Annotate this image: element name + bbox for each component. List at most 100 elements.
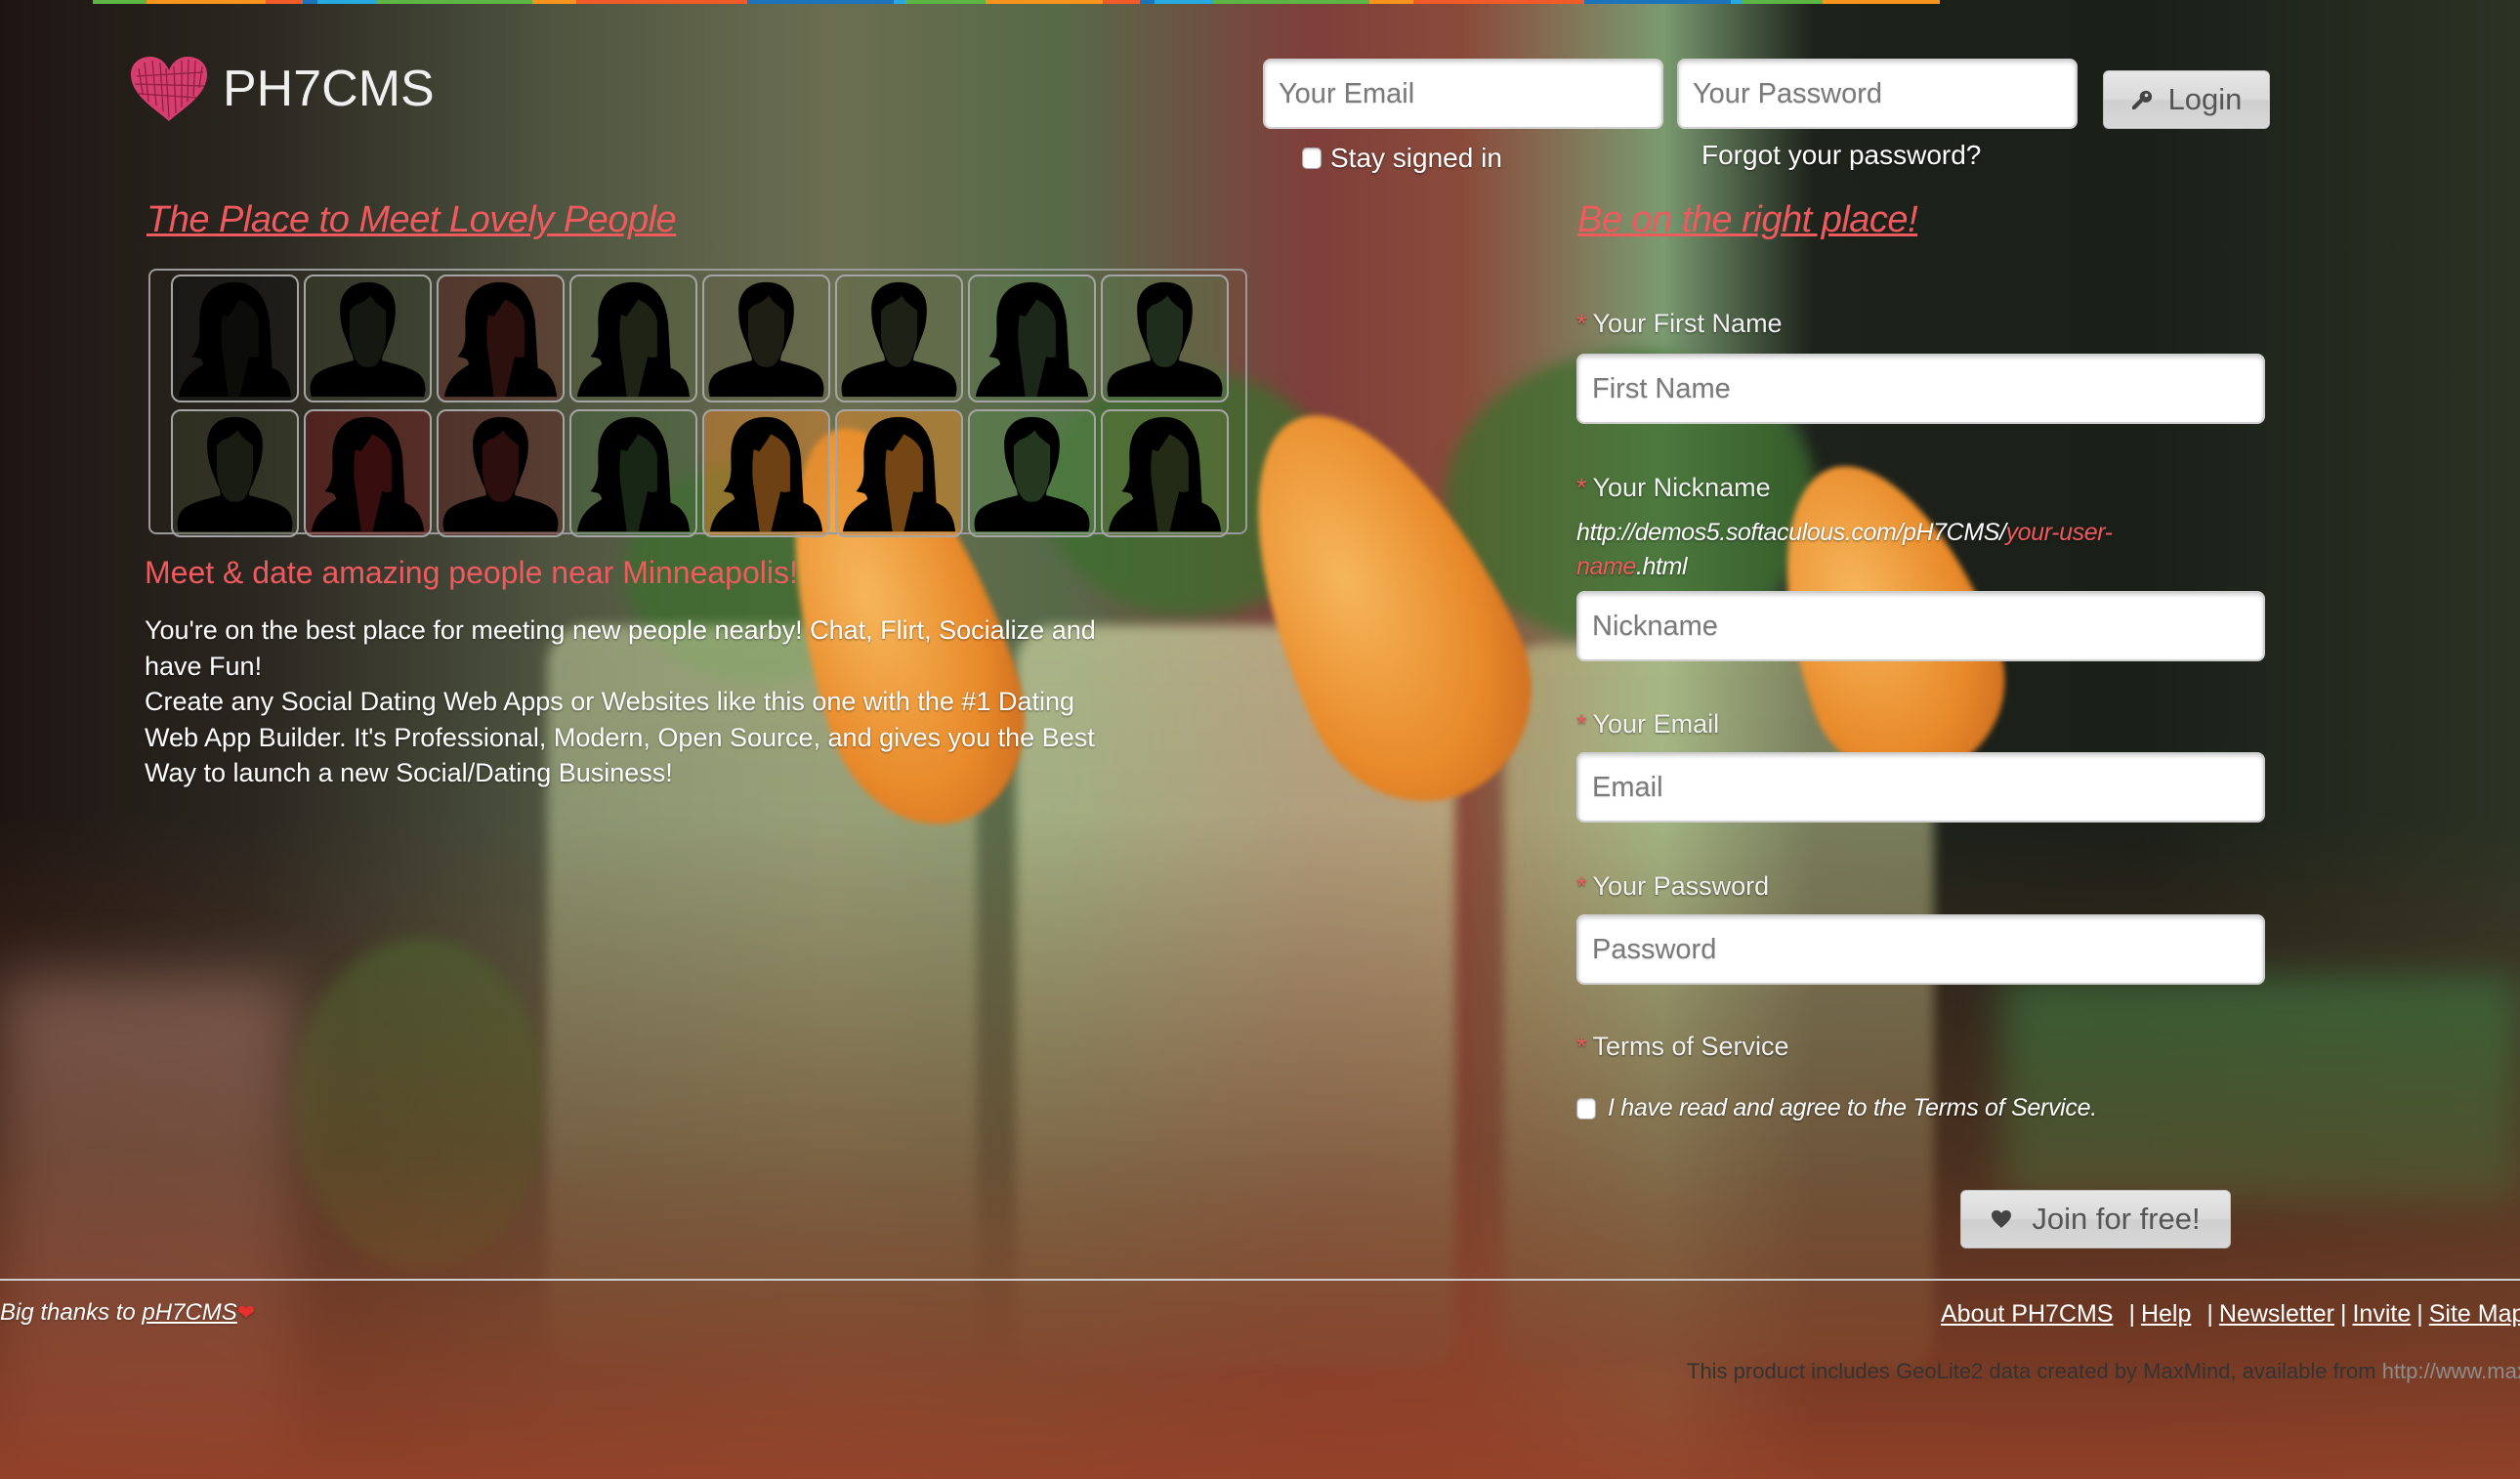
left-heading-link[interactable]: The Place to Meet Lovely People [147,199,677,241]
footer-link-sitemap[interactable]: Site Map [2429,1300,2520,1328]
nickname-label: * Your Nickname [1576,473,1771,502]
login-email-input[interactable] [1263,59,1663,129]
terms-checkbox[interactable] [1576,1097,1596,1120]
signup-heading-link[interactable]: Be on the right place! [1577,199,1918,241]
password-input[interactable] [1576,914,2265,985]
url-suffix: .html [1635,553,1688,580]
person-silhouette-icon [310,281,426,398]
person-silhouette-icon [311,416,425,532]
stripe-segment [266,0,303,4]
profile-avatar-female[interactable] [702,409,830,537]
profile-avatar-male[interactable] [304,275,432,402]
footer-link-about[interactable]: About PH7CMS [1941,1300,2113,1328]
stripe-segment [1584,0,1731,4]
profile-avatar-female[interactable] [304,409,432,537]
profile-avatar-male[interactable] [835,275,963,402]
nickname-url-preview: http://demos5.softaculous.com/pH7CMS/you… [1576,516,2182,584]
join-button-label: Join for free! [2032,1202,2201,1236]
required-marker: * [1576,309,1587,338]
stripe-segment [303,0,317,4]
url-prefix: http://demos5.softaculous.com/pH7CMS/ [1576,519,2006,546]
first-name-input[interactable] [1576,354,2265,424]
stripe-segment [1103,0,1140,4]
profile-avatar-female[interactable] [835,409,963,537]
forgot-password-link[interactable]: Forgot your password? [1701,140,1981,171]
join-for-free-button[interactable]: Join for free! [1960,1190,2231,1248]
password-label: * Your Password [1576,871,1770,901]
profile-avatar-female[interactable] [171,275,299,402]
nickname-input[interactable] [1576,591,2265,661]
profile-avatar-female[interactable] [569,275,697,402]
login-button-label: Login [2167,82,2243,116]
maxmind-link[interactable]: http://www.maxmind.com [2382,1359,2520,1383]
required-marker: * [1576,871,1587,901]
person-silhouette-icon [576,281,691,398]
stripe-segment [1731,0,1743,4]
stripe-segment [1743,0,1823,4]
person-silhouette-icon [975,281,1089,398]
profile-avatar-male[interactable] [171,409,299,537]
logo[interactable]: PH7CMS [127,55,435,123]
brand-name: PH7CMS [223,61,435,117]
stripe-segment [93,0,147,4]
terms-agreement[interactable]: I have read and agree to the Terms of Se… [1576,1094,2097,1122]
terms-agree-text: I have read and agree to the Terms of Se… [1608,1094,2097,1121]
maxmind-attribution: This product includes GeoLite2 data crea… [1687,1359,2520,1384]
person-silhouette-icon [708,281,824,398]
person-silhouette-icon [177,416,293,532]
stripe-segment [986,0,1103,4]
stay-signed-in[interactable]: Stay signed in [1302,143,1502,174]
stripe-segment [532,0,576,4]
person-silhouette-icon [178,281,292,398]
intro-paragraph-1: You're on the best place for meeting new… [145,615,1096,681]
profile-avatar-female[interactable] [968,275,1096,402]
person-silhouette-icon [442,416,559,532]
profile-avatar-male[interactable] [702,275,830,402]
stripe-segment [1413,0,1584,4]
profile-avatar-female[interactable] [1101,409,1229,537]
profile-avatar-male[interactable] [1101,275,1229,402]
separator: | [2339,1300,2347,1328]
stripe-segment [894,0,905,4]
person-silhouette-icon [576,416,691,532]
separator: | [2206,1300,2213,1328]
ph7cms-credit-link[interactable]: pH7CMS [142,1299,236,1326]
profile-avatar-female[interactable] [569,409,697,537]
required-marker: * [1576,709,1587,739]
separator: | [2128,1300,2135,1328]
profile-avatar-male[interactable] [437,409,565,537]
terms-label: * Terms of Service [1576,1032,1789,1061]
stripe-segment [1140,0,1155,4]
login-password-input[interactable] [1677,59,2078,129]
stripe-segment [747,0,894,4]
location-tagline: Meet & date amazing people near Minneapo… [145,555,798,590]
footer-links: About PH7CMS | Help | Newsletter | Invite | Site… [1941,1300,2520,1329]
stay-signed-in-checkbox[interactable] [1302,148,1322,169]
stripe-segment [147,0,266,4]
stripe-segment [317,0,376,4]
required-marker: * [1576,1032,1587,1061]
stripe-segment [576,0,747,4]
profile-avatar-male[interactable] [968,409,1096,537]
stripe-segment [1155,0,1213,4]
stripe-segment [1369,0,1413,4]
profile-avatar-female[interactable] [437,275,565,402]
stripe-segment [376,0,532,4]
color-stripe [93,0,2286,4]
login-button[interactable]: Login [2103,70,2270,129]
person-silhouette-icon [974,416,1090,532]
person-silhouette-icon [709,416,823,532]
intro-text: You're on the best place for meeting new… [145,613,1131,791]
separator: | [2416,1300,2423,1328]
email-input[interactable] [1576,752,2265,823]
scribble-heart-icon [131,57,207,121]
required-marker: * [1576,473,1587,502]
footer-thanks: Big thanks to pH7CMS❤ [0,1299,256,1326]
footer-link-newsletter[interactable]: Newsletter [2219,1300,2334,1328]
red-heart-icon: ❤ [236,1300,256,1325]
key-icon [2131,90,2152,109]
person-silhouette-icon [842,416,956,532]
intro-paragraph-2: Create any Social Dating Web Apps or Web… [145,687,1095,787]
footer-link-invite[interactable]: Invite [2352,1300,2411,1328]
footer-link-help[interactable]: Help [2141,1300,2191,1328]
